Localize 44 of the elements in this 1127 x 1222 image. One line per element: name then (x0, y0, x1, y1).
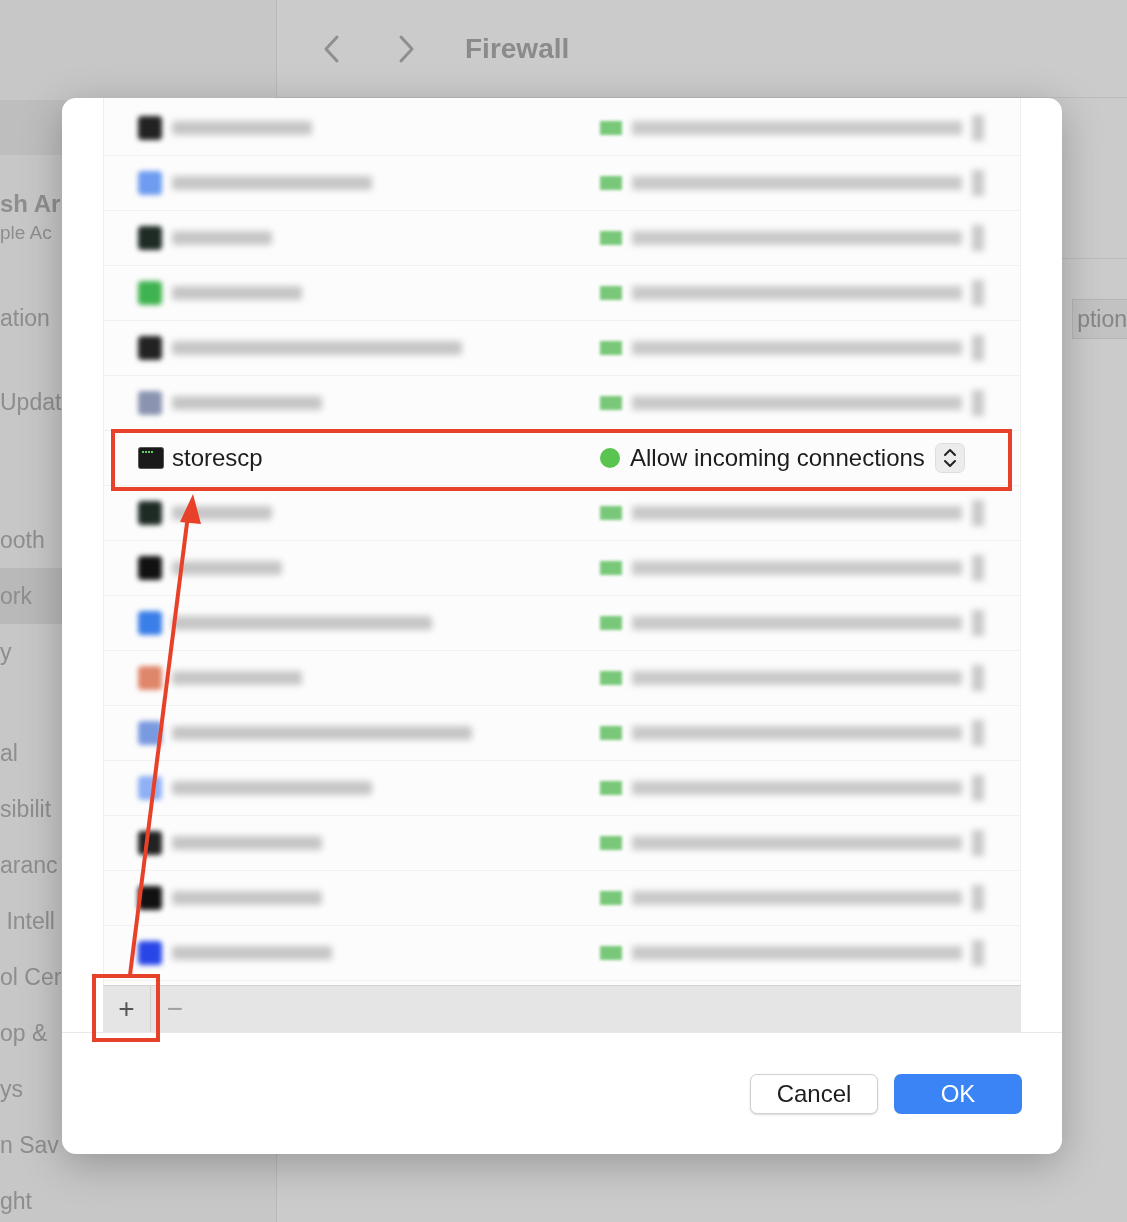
cancel-button[interactable]: Cancel (750, 1074, 878, 1114)
stepper-icon (972, 830, 984, 856)
status-icon (600, 891, 622, 905)
stepper-icon (972, 665, 984, 691)
status-icon (600, 231, 622, 245)
status-icon (600, 121, 622, 135)
stepper-icon (972, 225, 984, 251)
status-icon (600, 726, 622, 740)
terminal-icon (138, 447, 164, 469)
stepper-icon (972, 555, 984, 581)
stepper-icon (972, 280, 984, 306)
status-icon (600, 836, 622, 850)
stepper-icon (972, 500, 984, 526)
stepper-icon (972, 720, 984, 746)
account-name[interactable]: sh Ar (0, 189, 61, 219)
options-button[interactable]: ption (1072, 299, 1127, 339)
stepper-icon (972, 390, 984, 416)
status-icon (600, 396, 622, 410)
stepper-icon (972, 940, 984, 966)
status-icon (600, 176, 622, 190)
app-name: storescp (172, 444, 263, 472)
account-subtitle: ple Ac (0, 221, 52, 245)
status-icon (600, 341, 622, 355)
stepper-icon (972, 170, 984, 196)
add-button[interactable]: + (103, 986, 151, 1032)
remove-button[interactable]: − (151, 986, 199, 1032)
status-icon (600, 286, 622, 300)
highlight-box (92, 974, 160, 1042)
status-icon (600, 506, 622, 520)
stepper-icon[interactable] (934, 443, 965, 473)
status-icon (600, 946, 622, 960)
stepper-icon (972, 885, 984, 911)
ok-button[interactable]: OK (894, 1074, 1022, 1114)
sidebar-item[interactable]: ght (0, 1173, 264, 1222)
connection-popup[interactable]: Allow incoming connections (630, 444, 925, 472)
stepper-icon (972, 335, 984, 361)
status-icon (600, 781, 622, 795)
stepper-icon (972, 610, 984, 636)
stepper-icon (972, 115, 984, 141)
status-icon (600, 616, 622, 630)
status-icon (600, 671, 622, 685)
window-title: Firewall (465, 32, 570, 65)
status-icon (600, 561, 622, 575)
stepper-icon (972, 775, 984, 801)
